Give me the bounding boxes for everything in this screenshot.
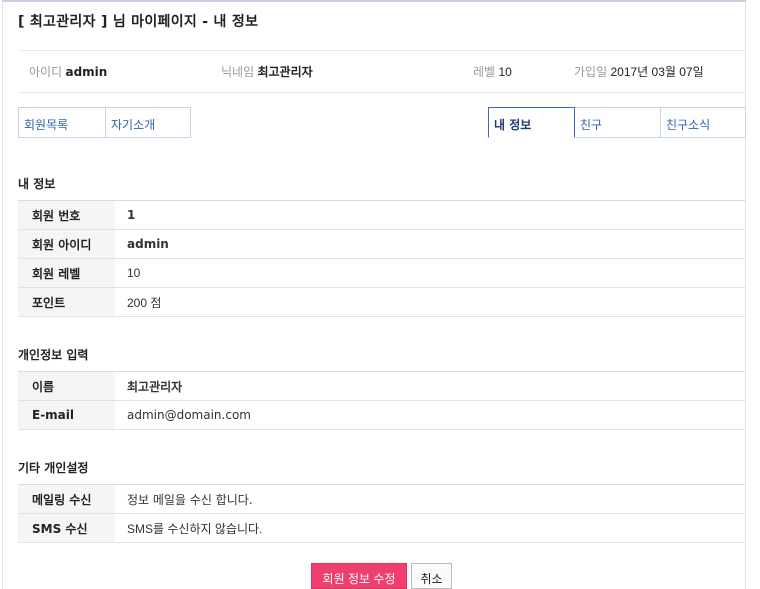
tab-friend-news[interactable]: 친구소식 <box>660 107 746 138</box>
divider <box>18 92 746 93</box>
row-value: 1 <box>115 200 746 230</box>
summary-nickname-label: 닉네임 <box>221 65 255 79</box>
row-label: 회원 레벨 <box>18 258 115 288</box>
summary-id: 아이디 admin <box>29 63 107 80</box>
page-title: [ 최고관리자 ] 님 마이페이지 - 내 정보 <box>18 14 259 30</box>
cancel-button[interactable]: 취소 <box>411 563 452 589</box>
settings-table: 메일링 수신 정보 메일을 수신 합니다. SMS 수신 SMS를 수신하지 않… <box>18 484 746 543</box>
table-row: 회원 아이디 admin <box>18 229 746 259</box>
table-row: 포인트 200 점 <box>18 287 746 317</box>
summary-level-value: 10 <box>498 65 512 79</box>
tab-friends[interactable]: 친구 <box>574 107 661 138</box>
summary-level: 레벨 10 <box>473 63 512 80</box>
row-label: 이름 <box>18 371 115 401</box>
row-value: 10 <box>115 258 746 288</box>
row-value: admin@domain.com <box>115 400 746 430</box>
my-info-table: 회원 번호 1 회원 아이디 admin 회원 레벨 10 포인트 200 점 <box>18 200 746 317</box>
summary-nickname-value: 최고관리자 <box>257 65 313 79</box>
tabs-left: 회원목록 자기소개 <box>18 107 191 138</box>
summary-id-value: admin <box>65 65 108 79</box>
summary-joined-value: 2017년 03월 07일 <box>610 65 704 79</box>
tab-member-list[interactable]: 회원목록 <box>18 107 106 138</box>
tabs-right: 내 정보 친구 친구소식 <box>488 107 746 138</box>
row-label: 회원 번호 <box>18 200 115 230</box>
row-label: 포인트 <box>18 287 115 317</box>
table-row: E-mail admin@domain.com <box>18 400 746 430</box>
divider <box>18 50 746 51</box>
table-row: SMS 수신 SMS를 수신하지 않습니다. <box>18 513 746 543</box>
row-value: 200 점 <box>115 287 746 317</box>
table-row: 회원 레벨 10 <box>18 258 746 288</box>
summary-nickname: 닉네임 최고관리자 <box>221 63 313 80</box>
summary-id-label: 아이디 <box>29 65 63 79</box>
row-label: 회원 아이디 <box>18 229 115 259</box>
row-value: admin <box>115 229 746 259</box>
table-row: 메일링 수신 정보 메일을 수신 합니다. <box>18 484 746 514</box>
summary-joined: 가입일 2017년 03월 07일 <box>574 63 704 80</box>
personal-info-table: 이름 최고관리자 E-mail admin@domain.com <box>18 371 746 430</box>
summary-joined-label: 가입일 <box>574 65 608 79</box>
row-label: 메일링 수신 <box>18 484 115 514</box>
edit-member-info-button[interactable]: 회원 정보 수정 <box>311 563 407 589</box>
section-heading-personal: 개인정보 입력 <box>18 348 89 362</box>
tab-my-info[interactable]: 내 정보 <box>488 107 575 138</box>
row-value: 정보 메일을 수신 합니다. <box>115 484 746 514</box>
summary-level-label: 레벨 <box>473 65 496 79</box>
top-border <box>2 0 746 2</box>
row-value: SMS를 수신하지 않습니다. <box>115 513 746 543</box>
table-row: 회원 번호 1 <box>18 200 746 230</box>
table-row: 이름 최고관리자 <box>18 371 746 401</box>
row-value: 최고관리자 <box>115 371 746 401</box>
section-heading-settings: 기타 개인설정 <box>18 461 89 475</box>
tab-self-intro[interactable]: 자기소개 <box>105 107 191 138</box>
section-heading-my-info: 내 정보 <box>18 177 56 191</box>
row-label: SMS 수신 <box>18 513 115 543</box>
row-label: E-mail <box>18 400 115 430</box>
